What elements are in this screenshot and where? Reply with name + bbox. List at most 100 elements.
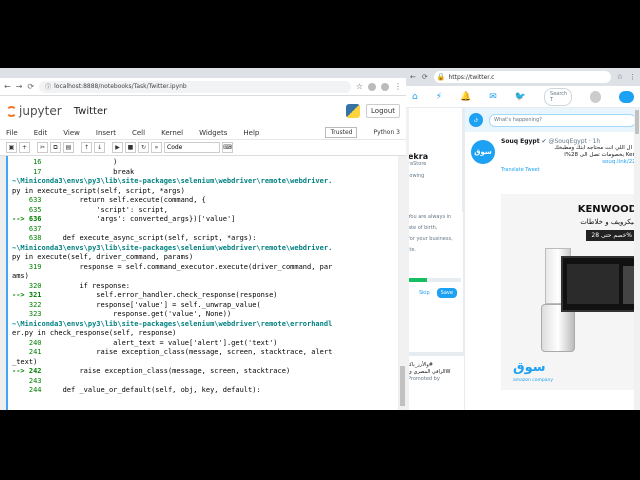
promoted-tweet[interactable]: سوق Souq Egypt ✔ @SouqEgypt · 1h ال اللي… [465, 132, 640, 173]
output-cell[interactable]: 16 ) 17 break ~\Miniconda3\envs\py3\lib\s… [6, 156, 398, 410]
logout-button[interactable]: Logout [366, 104, 400, 118]
restart-run-icon[interactable]: » [151, 142, 162, 153]
forward-icon[interactable]: → [16, 82, 23, 91]
profile-progress-bar [408, 278, 461, 282]
menu-help[interactable]: Help [243, 129, 259, 137]
code-line: 241 raise exception_class(message, scree… [12, 348, 394, 358]
promoted-label: Promoted by [408, 376, 440, 382]
compose-input[interactable]: What's happening? [489, 113, 636, 127]
scrollbar-thumb[interactable] [635, 110, 639, 134]
code-text: 'args': converted_args})['value'] [41, 215, 236, 223]
scrollbar-thumb[interactable] [400, 366, 405, 406]
code-text: self.error_handler.check_response(respon… [41, 291, 278, 299]
cut-icon[interactable]: ✂ [37, 142, 48, 153]
notebook-scrollbar[interactable] [399, 156, 406, 410]
line-number: 244 [12, 386, 42, 394]
notebook-area: 16 ) 17 break ~\Miniconda3\envs\py3\lib\s… [0, 156, 406, 410]
extension-icon[interactable] [368, 82, 376, 91]
run-icon[interactable]: ▶ [112, 142, 123, 153]
discount-banner: خصم حتى 28% [586, 230, 637, 241]
code-text: _text) [12, 357, 38, 366]
copy-icon[interactable]: ⧉ [50, 142, 61, 153]
line-number: 241 [12, 348, 42, 356]
tweet-handle[interactable]: @SouqEgypt · 1h [548, 138, 600, 145]
reload-icon[interactable]: ⟳ [27, 82, 34, 91]
line-number: 319 [12, 262, 42, 271]
menu-view[interactable]: View [63, 129, 80, 137]
notifications-icon[interactable]: 🔔 [460, 92, 471, 102]
back-icon[interactable]: ← [4, 82, 11, 91]
twitter-search-input[interactable]: Search T [544, 87, 573, 106]
twitter-bird-icon[interactable]: 🐦 [515, 92, 526, 102]
following-label[interactable]: lowing [408, 173, 462, 179]
tweet-button[interactable] [619, 90, 634, 103]
trend-item[interactable]: الزاقي المصري يW [408, 369, 462, 376]
messages-icon[interactable]: ✉ [489, 92, 497, 102]
jupyter-menubar: File Edit View Insert Cell Kernel Widget… [0, 126, 406, 140]
cell-type-select[interactable]: Code [164, 142, 220, 153]
menu-cell[interactable]: Cell [132, 129, 145, 137]
bookmark-star-icon[interactable]: ☆ [617, 73, 623, 81]
paste-icon[interactable]: ▤ [63, 142, 74, 153]
profile-avatar-icon[interactable] [381, 82, 389, 91]
add-cell-icon[interactable]: + [19, 142, 30, 153]
kernel-indicator: Python 3 [373, 129, 400, 136]
keyboard-icon[interactable]: ⌨ [222, 142, 233, 153]
timeline-scrollbar[interactable] [634, 108, 640, 410]
jupyter-logo-text: jupyter [19, 104, 62, 118]
line-number: 320 [12, 281, 42, 290]
translate-tweet-link[interactable]: Translate Tweet [501, 167, 636, 173]
tweet-avatar[interactable]: سوق [471, 140, 495, 164]
twitter-url-bar[interactable]: 🔒 https://twitter.c [433, 71, 611, 83]
trusted-badge[interactable]: Trusted [325, 127, 358, 138]
back-icon[interactable]: ← [410, 73, 416, 81]
restart-icon[interactable]: ↻ [138, 142, 149, 153]
tweet-author-name[interactable]: Souq Egypt [501, 138, 540, 145]
menu-widgets[interactable]: Widgets [199, 129, 227, 137]
code-line: 638 def execute_async_script(self, scrip… [12, 234, 394, 244]
skip-button[interactable]: Skip [416, 288, 433, 298]
code-text: response['value'] = self._unwrap_value( [41, 300, 261, 309]
code-line: er.py in check_response(self, response) [12, 329, 394, 339]
profile-name[interactable]: ekra [408, 152, 462, 161]
menu-insert[interactable]: Insert [96, 129, 116, 137]
stop-icon[interactable]: ■ [125, 142, 136, 153]
move-up-icon[interactable]: ↑ [81, 142, 92, 153]
home-icon[interactable]: ⌂ [412, 92, 418, 102]
user-avatar[interactable] [590, 90, 602, 103]
menu-dots-icon[interactable]: ⋮ [629, 73, 636, 81]
jupyter-logo[interactable]: jupyter [6, 104, 62, 118]
code-line: --> 321 self.error_handler.check_respons… [12, 291, 394, 301]
code-line: ~\Miniconda3\envs\py3\lib\site-packages\… [12, 177, 394, 187]
menu-dots-icon[interactable]: ⋮ [394, 82, 402, 91]
code-text: response.get('value', None)) [41, 310, 232, 318]
tweet-link[interactable]: souq.link/2Z [501, 159, 636, 165]
code-text: ~\Miniconda3\envs\py3\lib\site-packages\… [12, 319, 333, 328]
move-down-icon[interactable]: ↓ [94, 142, 105, 153]
menu-kernel[interactable]: Kernel [161, 129, 183, 137]
code-line: 240 alert_text = value['alert'].get('tex… [12, 339, 394, 349]
notebook-title[interactable]: Twitter [74, 106, 108, 117]
ad-image[interactable]: KENWOOD ميكرويف و خلاطات خصم حتى 28% سوق… [501, 194, 640, 390]
bookmark-star-icon[interactable]: ☆ [356, 82, 363, 91]
url-bar[interactable]: ⓘ localhost:8888/notebooks/Task/Twitter.… [39, 80, 351, 93]
line-number: 637 [12, 224, 42, 233]
menu-edit[interactable]: Edit [34, 129, 48, 137]
code-line: 633 return self.execute(command, { [12, 196, 394, 206]
trend-item[interactable]: والأرز_ياكـ# [408, 362, 462, 369]
kenwood-logo: KENWOOD [577, 204, 637, 215]
url-text: localhost:8888/notebooks/Task/Twitter.ip… [54, 83, 187, 90]
code-line: 17 break [12, 168, 394, 178]
left-scrollbar[interactable] [406, 108, 409, 410]
save-button[interactable]: Save [436, 288, 457, 298]
souq-logo: سوق [513, 360, 546, 375]
moments-icon[interactable]: ⚡ [436, 92, 442, 102]
save-icon[interactable]: ▣ [6, 142, 17, 153]
prompt-text-4: ite. [408, 247, 417, 253]
reload-icon[interactable]: ⟳ [422, 73, 428, 81]
code-text: py in execute_script(self, script, *args… [12, 186, 185, 195]
code-line: --> 636 'args': converted_args})['value'… [12, 215, 394, 225]
menu-file[interactable]: File [6, 129, 18, 137]
